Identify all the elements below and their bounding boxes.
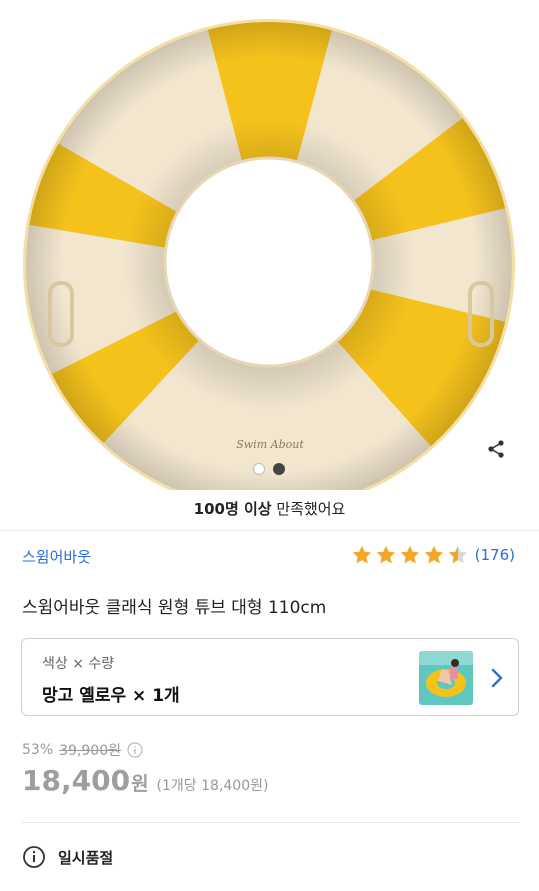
product-title: 스윔어바웃 클래식 원형 튜브 대형 110cm xyxy=(22,598,327,618)
product-image: Swim About xyxy=(23,19,515,490)
unit-price: (1개당 18,400원) xyxy=(156,778,269,794)
discount-rate: 53% xyxy=(22,742,54,758)
review-count: (176) xyxy=(474,546,515,564)
svg-text:Swim About: Swim About xyxy=(236,438,304,451)
chevron-right-icon xyxy=(491,668,503,688)
option-thumbnail xyxy=(419,651,473,705)
price-discount-row: 53% 39,900원 xyxy=(22,740,143,760)
info-icon[interactable] xyxy=(127,742,143,758)
share-button[interactable] xyxy=(484,437,508,461)
carousel-dot-active[interactable] xyxy=(273,463,285,475)
soldout-status: 일시품절 xyxy=(22,845,113,869)
option-label: 색상 × 수량 xyxy=(42,656,115,672)
soldout-label: 일시품절 xyxy=(58,848,114,867)
sale-price: 18,400 xyxy=(22,764,131,797)
star-half-icon xyxy=(448,545,467,564)
brand-link[interactable]: 스윔어바웃 xyxy=(22,546,91,567)
divider xyxy=(22,822,519,823)
original-price: 39,900원 xyxy=(59,743,121,759)
star-full-icon xyxy=(352,545,371,564)
rating-summary[interactable]: (176) xyxy=(351,544,515,566)
carousel-dot[interactable] xyxy=(253,463,265,475)
satisfaction-count: 100명 이상 xyxy=(193,500,272,518)
carousel-indicator xyxy=(253,463,285,475)
option-selector[interactable]: 색상 × 수량 망고 옐로우 × 1개 xyxy=(21,638,519,716)
currency-unit: 원 xyxy=(131,773,149,795)
option-value: 망고 옐로우 × 1개 xyxy=(42,686,180,706)
share-icon xyxy=(488,440,504,458)
star-full-icon xyxy=(400,545,419,564)
star-full-icon xyxy=(376,545,395,564)
product-image-carousel[interactable]: Swim About xyxy=(0,0,539,490)
divider xyxy=(0,530,539,531)
info-circle-icon xyxy=(23,846,45,868)
star-full-icon xyxy=(424,545,443,564)
price-row: 18,400 원 (1개당 18,400원) xyxy=(22,764,268,797)
satisfaction-text: 100명 이상 만족했어요 xyxy=(0,498,539,519)
satisfaction-label: 만족했어요 xyxy=(271,500,346,518)
